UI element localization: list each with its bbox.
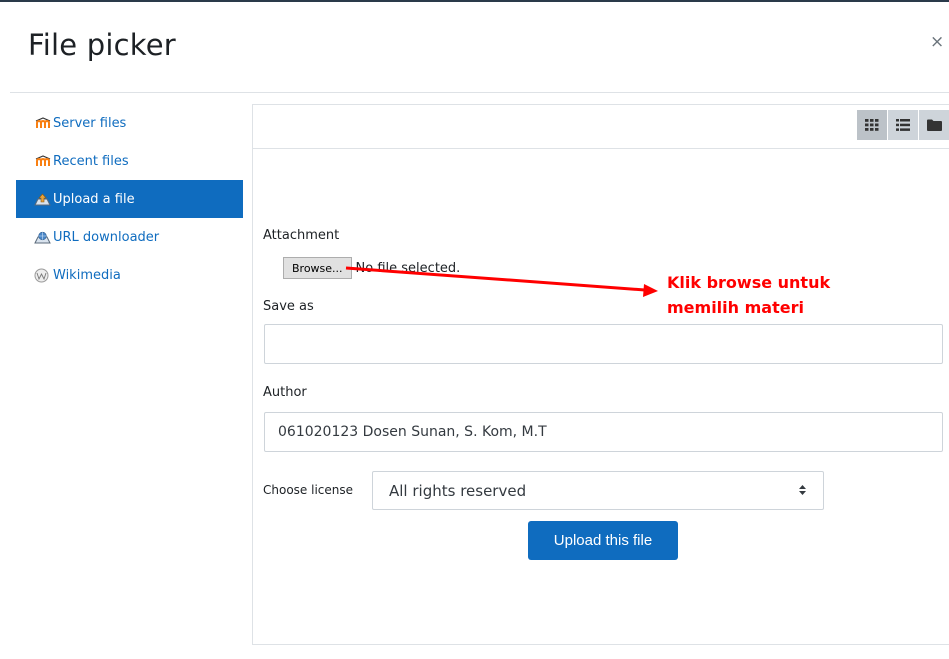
license-label: Choose license bbox=[263, 483, 354, 497]
annotation-line-2: memilih materi bbox=[667, 298, 804, 317]
sidebar-item-label: Recent files bbox=[53, 153, 129, 169]
file-input: Browse... No file selected. bbox=[283, 257, 460, 279]
sidebar-item-label: Server files bbox=[53, 115, 127, 131]
attachment-label: Attachment bbox=[263, 228, 340, 243]
grid-view-button[interactable] bbox=[857, 110, 887, 140]
annotation-line-1: Klik browse untuk bbox=[667, 273, 831, 292]
file-status-text: No file selected. bbox=[355, 260, 461, 276]
grid-view-icon bbox=[865, 116, 879, 135]
folder-view-button[interactable] bbox=[919, 110, 949, 140]
author-label: Author bbox=[263, 385, 307, 400]
wikimedia-icon bbox=[34, 268, 52, 282]
sidebar-item-recent-files[interactable]: Recent files bbox=[16, 142, 243, 180]
folder-view-icon bbox=[926, 116, 942, 135]
moodle-icon bbox=[34, 116, 52, 130]
url-downloader-icon bbox=[34, 230, 52, 244]
upload-file-button[interactable]: Upload this file bbox=[528, 521, 678, 560]
upload-icon bbox=[34, 192, 52, 206]
license-selected-value: All rights reserved bbox=[389, 481, 527, 500]
repository-sidebar: Server files Recent files Upload a file bbox=[16, 104, 243, 294]
sidebar-item-server-files[interactable]: Server files bbox=[16, 104, 243, 142]
list-view-icon bbox=[896, 116, 910, 135]
sidebar-item-label: URL downloader bbox=[53, 229, 160, 245]
select-arrows-icon bbox=[798, 482, 807, 500]
sidebar-item-label: Wikimedia bbox=[53, 267, 121, 283]
dialog-title: File picker bbox=[28, 28, 176, 62]
list-view-button[interactable] bbox=[888, 110, 918, 140]
sidebar-item-upload-a-file[interactable]: Upload a file bbox=[16, 180, 243, 218]
author-input[interactable]: 061020123 Dosen Sunan, S. Kom, M.T bbox=[264, 412, 943, 452]
view-toolbar bbox=[253, 105, 949, 149]
sidebar-item-label: Upload a file bbox=[53, 191, 135, 207]
top-border bbox=[0, 0, 949, 2]
license-select[interactable]: All rights reserved bbox=[372, 471, 824, 510]
moodle-icon bbox=[34, 154, 52, 168]
close-button[interactable]: × bbox=[930, 32, 944, 52]
header-divider bbox=[10, 92, 949, 93]
sidebar-item-wikimedia[interactable]: Wikimedia bbox=[16, 256, 243, 294]
browse-button[interactable]: Browse... bbox=[283, 257, 352, 279]
annotation-text: Klik browse untuk memilih materi bbox=[667, 270, 830, 320]
sidebar-item-url-downloader[interactable]: URL downloader bbox=[16, 218, 243, 256]
file-picker-panel: Attachment Browse... No file selected. S… bbox=[252, 104, 949, 645]
save-as-label: Save as bbox=[263, 299, 314, 314]
save-as-input[interactable] bbox=[264, 324, 943, 364]
